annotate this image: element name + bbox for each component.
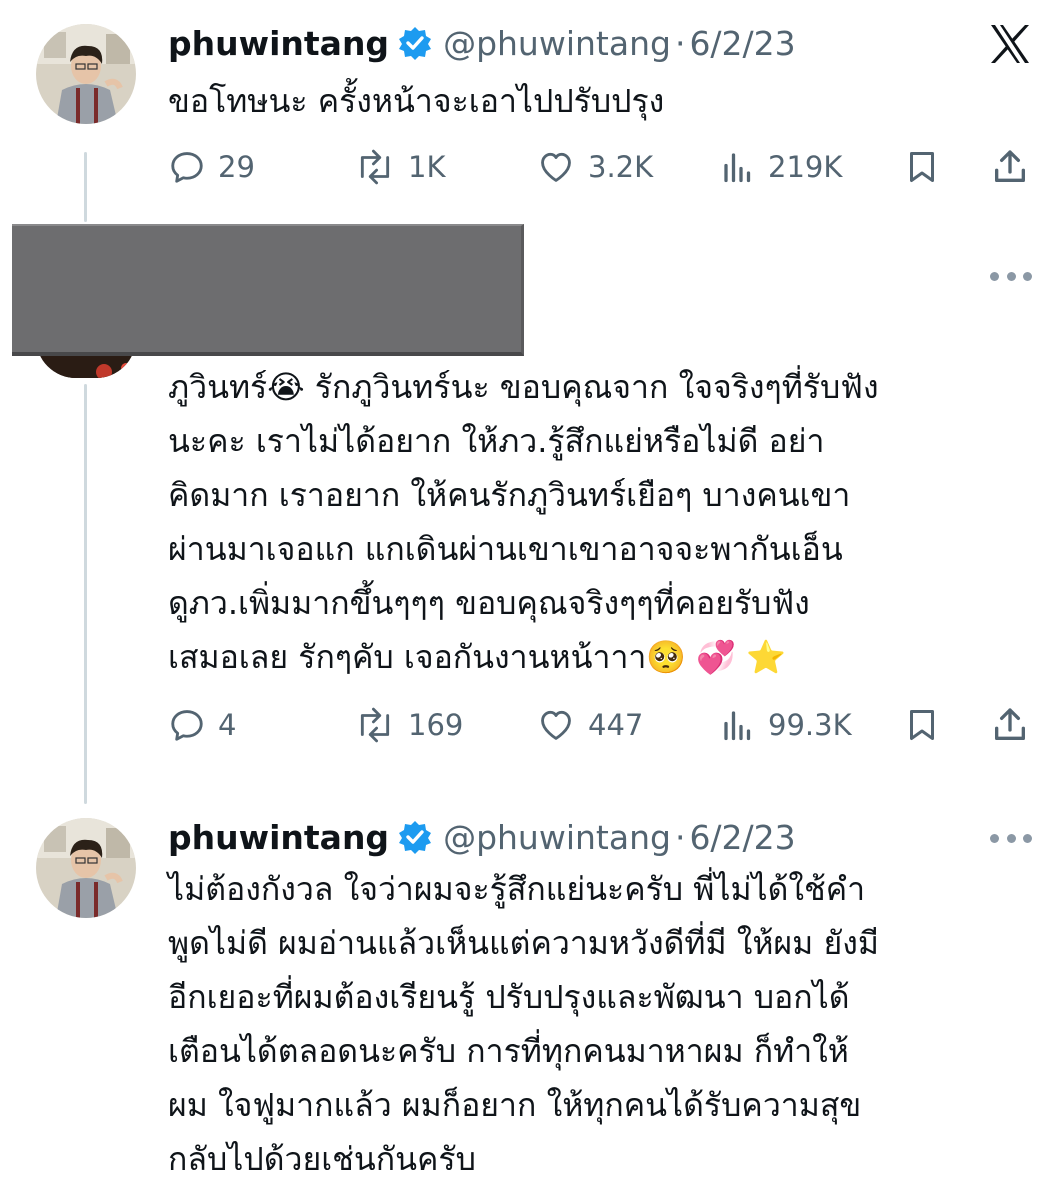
like-count: 3.2K [588,150,654,184]
like-button[interactable]: 3.2K [536,142,653,192]
redaction-block [12,224,524,356]
views-count: 99.3K [768,708,852,742]
like-button[interactable]: 447 [536,700,643,750]
more-options-icon[interactable] [990,832,1032,844]
bookmark-icon [910,152,934,182]
reply-count: 4 [218,708,237,742]
reply-icon [171,152,203,183]
verified-badge-icon [397,819,433,855]
repost-icon [360,149,390,185]
more-options-icon[interactable] [990,270,1032,282]
tweet-text-line: เตือนได้ตลอดนะครับ การที่ทุกคนมาหาผม ก็ท… [168,1032,849,1070]
reply-icon [171,710,203,741]
tweet-text-line: ภูวินทร์😭 รักภูวินทร์นะ ขอบคุณจาก ใจจริง… [168,368,879,406]
reply-button[interactable]: 4 [168,700,236,750]
avatar[interactable] [36,818,136,918]
tweet-text-line: ไม่ต้องกังวล ใจว่าผมจะรู้สึกแย่นะครับ พี… [168,870,866,908]
tweet-text: ขอโทษนะ ครั้งหน้าจะเอาไปปรับปรุง [168,74,1008,128]
views-icon [724,153,751,183]
reply-count: 29 [218,150,255,184]
repost-count: 1K [408,150,446,184]
tweet-text-line: เสมอเลย รักๆคับ เจอกันงานหน้าาา🥺 💞 ⭐ [168,638,787,676]
bookmark-button[interactable] [904,142,940,192]
tweet-text: ไม่ต้องกังวล ใจว่าผมจะรู้สึกแย่นะครับ พี… [168,862,1008,1186]
repost-icon [360,707,390,743]
tweet-text-line: ขอโทษนะ ครั้งหน้าจะเอาไปปรับปรุง [168,82,665,120]
timestamp[interactable]: 6/2/23 [689,818,795,857]
tweet-text-line: อีกเยอะที่ผมต้องเรียนรู้ ปรับปรุงและพัฒน… [168,978,850,1016]
views-button[interactable]: 219K [720,142,842,192]
views-icon [724,711,751,741]
separator: · [674,23,686,63]
tweet-text-line: นะคะ เราไม่ได้อยาก ให้ภว.รู้สึกแย่หรือไม… [168,422,825,460]
timestamp[interactable]: 6/2/23 [689,24,795,63]
repost-button[interactable]: 1K [354,142,445,192]
views-button[interactable]: 99.3K [720,700,852,750]
tweet-actions: 29 1K 3.2K 219K [168,142,1038,192]
share-icon [995,150,1025,182]
repost-count: 169 [408,708,464,742]
tweet-header: phuwintang @phuwintang · 6/2/23 [168,20,796,66]
bookmark-button[interactable] [904,700,940,750]
display-name[interactable]: phuwintang [168,818,389,857]
tweet-text-line: ผม ใจฟูมากแล้ว ผมก็อยาก ให้ทุกคนได้รับคว… [168,1086,862,1124]
tweet-header: phuwintang @phuwintang · 6/2/23 [168,814,796,860]
tweet-text-line: ดูภว.เพิ่มมากขึ้นๆๆๆ ขอบคุณจริงๆๆที่คอยร… [168,584,810,622]
tweet-text-line: ผ่านมาเจอแก แกเดินผ่านเขาเขาอาจจะพากันเอ… [168,530,843,568]
share-button[interactable] [990,700,1030,750]
reply-button[interactable]: 29 [168,142,255,192]
thread-line [84,384,87,804]
views-count: 219K [768,150,843,184]
verified-badge-icon [397,25,433,61]
repost-button[interactable]: 169 [354,700,463,750]
handle[interactable]: @phuwintang [443,24,671,63]
heart-icon [541,152,571,182]
separator: · [674,817,686,857]
like-count: 447 [588,708,644,742]
avatar[interactable] [36,24,136,124]
share-icon [995,708,1025,740]
thread-line [84,152,87,222]
x-logo-icon[interactable] [988,22,1032,66]
display-name[interactable]: phuwintang [168,24,389,63]
tweet-actions: 4 169 447 99.3K [168,700,1038,750]
tweet-text: ภูวินทร์😭 รักภูวินทร์นะ ขอบคุณจาก ใจจริง… [168,360,1008,684]
tweet-text-line: พูดไม่ดี ผมอ่านแล้วเห็นแต่ความหวังดีที่ม… [168,924,879,962]
bookmark-icon [910,710,934,740]
handle[interactable]: @phuwintang [443,818,671,857]
share-button[interactable] [990,142,1030,192]
heart-icon [541,710,571,740]
tweet-text-line: คิดมาก เราอยาก ให้คนรักภูวินทร์เยือๆ บาง… [168,476,851,514]
tweet-text-line: กลับไปด้วยเช่นกันครับ [168,1140,476,1178]
